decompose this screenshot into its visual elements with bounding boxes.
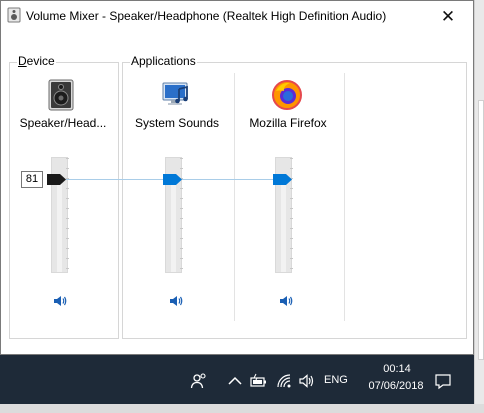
background-scrollbar bbox=[478, 100, 484, 360]
volume-icon[interactable] bbox=[298, 372, 316, 390]
chevron-up-icon[interactable] bbox=[226, 372, 244, 390]
people-icon[interactable] bbox=[190, 372, 208, 390]
screen-bottom-border bbox=[0, 404, 484, 413]
speaker-device-icon[interactable] bbox=[45, 79, 77, 111]
close-button[interactable]: ✕ bbox=[440, 8, 456, 25]
volume-link-line bbox=[66, 179, 168, 180]
device-volume-fill bbox=[57, 178, 62, 272]
battery-icon[interactable] bbox=[249, 372, 267, 390]
clock-date[interactable]: 07/06/2018 bbox=[358, 380, 434, 392]
app-name-firefox: Mozilla Firefox bbox=[249, 116, 327, 130]
applications-group-label: Applications bbox=[130, 54, 197, 68]
device-name: Speaker/Head... bbox=[19, 116, 107, 130]
device-group-label: Device bbox=[17, 54, 56, 68]
firefox-speaker-icon[interactable] bbox=[279, 294, 293, 308]
speaker-app-icon bbox=[7, 7, 21, 23]
column-separator bbox=[344, 73, 345, 321]
volume-link-line bbox=[181, 179, 278, 180]
system-sounds-volume-fill bbox=[171, 178, 176, 272]
system-sounds-speaker-icon[interactable] bbox=[169, 294, 183, 308]
clock-time[interactable]: 00:14 bbox=[372, 363, 422, 375]
device-volume-thumb[interactable] bbox=[47, 174, 66, 185]
device-volume-value: 81 bbox=[21, 171, 43, 188]
system-sounds-icon[interactable] bbox=[161, 79, 193, 111]
firefox-volume-thumb[interactable] bbox=[273, 174, 292, 185]
title-bar[interactable]: Volume Mixer - Speaker/Headphone (Realte… bbox=[1, 1, 473, 31]
device-speaker-icon[interactable] bbox=[53, 294, 67, 308]
column-separator bbox=[234, 73, 235, 321]
notification-icon[interactable] bbox=[434, 372, 452, 390]
wifi-icon[interactable] bbox=[275, 372, 293, 390]
firefox-volume-fill bbox=[281, 178, 286, 272]
volume-mixer-window: Volume Mixer - Speaker/Headphone (Realte… bbox=[0, 0, 474, 355]
app-name-system-sounds: System Sounds bbox=[134, 116, 220, 130]
volume-ticks bbox=[66, 158, 69, 272]
system-sounds-volume-thumb[interactable] bbox=[163, 174, 182, 185]
firefox-icon[interactable] bbox=[271, 79, 303, 111]
background-strip bbox=[474, 0, 484, 413]
input-language[interactable]: ENG bbox=[324, 374, 348, 386]
window-title: Volume Mixer - Speaker/Headphone (Realte… bbox=[26, 9, 387, 23]
